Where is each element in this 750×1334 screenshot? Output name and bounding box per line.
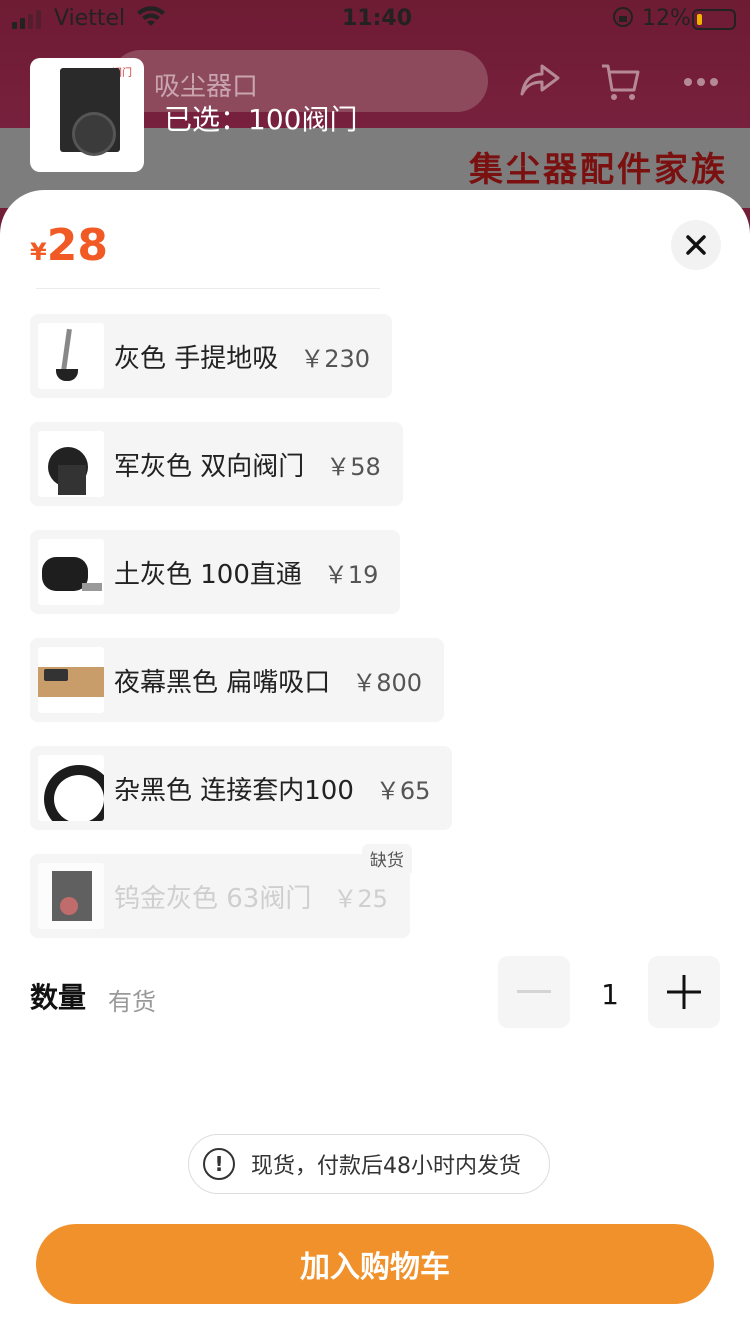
variant-image xyxy=(38,323,104,389)
close-button[interactable] xyxy=(671,220,721,270)
variant-option[interactable]: 军灰色 双向阀门 ￥58 xyxy=(30,422,403,506)
clock: 11:40 xyxy=(342,6,413,31)
rotation-lock-icon xyxy=(612,6,634,34)
quantity-value: 1 xyxy=(601,978,619,1011)
variant-price: ￥19 xyxy=(323,560,379,589)
store-banner: 集尘器配件家族 xyxy=(469,150,728,190)
share-icon[interactable] xyxy=(520,62,560,107)
variant-option[interactable]: 土灰色 100直通 ￥19 xyxy=(30,530,401,614)
price-value: 28 xyxy=(46,220,108,271)
variant-name: 钨金灰色 63阀门 xyxy=(114,883,312,914)
more-icon[interactable] xyxy=(682,60,722,109)
variant-name: 夜幕黑色 扁嘴吸口 xyxy=(114,667,331,698)
variant-price: ￥25 xyxy=(333,884,388,913)
variant-image xyxy=(38,755,104,821)
blast-gate-image xyxy=(60,68,120,156)
battery-percent: 12% xyxy=(642,6,691,31)
minus-icon xyxy=(517,990,551,993)
divider xyxy=(36,288,380,289)
variant-name: 灰色 手提地吸 xyxy=(114,343,279,374)
variant-price: ￥58 xyxy=(326,452,381,481)
selected-variant: 已选：100阀门 xyxy=(164,103,358,136)
signal-icon xyxy=(12,10,41,29)
cart-icon[interactable] xyxy=(600,62,640,111)
variant-price: ￥800 xyxy=(352,668,423,697)
decrease-quantity-button[interactable] xyxy=(498,956,570,1028)
variant-option-out-of-stock[interactable]: 钨金灰色 63阀门 ￥25 缺货 xyxy=(30,844,412,938)
battery-icon xyxy=(692,9,736,30)
quantity-label: 数量 xyxy=(30,981,87,1014)
product-thumbnail[interactable]: 阀门 xyxy=(30,58,144,172)
variant-image xyxy=(38,647,104,713)
variant-name: 军灰色 双向阀门 xyxy=(114,451,305,482)
currency-symbol: ¥ xyxy=(30,238,47,266)
sku-sheet: ¥28 灰色 手提地吸 ￥230 军灰色 双向阀门 ￥58 土灰色 100直通 … xyxy=(0,190,750,1334)
increase-quantity-button[interactable] xyxy=(648,956,720,1028)
stock-status: 有货 xyxy=(108,988,156,1016)
variant-image xyxy=(38,431,104,497)
variant-image xyxy=(38,863,104,929)
out-of-stock-badge: 缺货 xyxy=(361,844,412,873)
wifi-icon xyxy=(136,6,166,36)
variant-option[interactable]: 杂黑色 连接套内100 ￥65 xyxy=(30,746,453,830)
shipping-notice: ! 现货，付款后48小时内发货 xyxy=(188,1134,550,1194)
variant-name: 杂黑色 连接套内100 xyxy=(114,775,354,806)
plus-icon xyxy=(667,975,701,1009)
carrier-name: Viettel xyxy=(54,6,126,31)
status-bar: Viettel 11:40 12% xyxy=(0,0,750,40)
variant-price: ￥65 xyxy=(375,776,431,805)
variant-option[interactable]: 灰色 手提地吸 ￥230 xyxy=(30,314,393,398)
close-icon xyxy=(686,235,706,255)
add-to-cart-button[interactable]: 加入购物车 xyxy=(36,1224,714,1304)
variant-name: 土灰色 100直通 xyxy=(114,559,302,590)
variant-image xyxy=(38,539,104,605)
variant-options: 灰色 手提地吸 ￥230 军灰色 双向阀门 ￥58 土灰色 100直通 ￥19 … xyxy=(30,314,730,962)
notice-text: 现货，付款后48小时内发货 xyxy=(251,1154,521,1179)
variant-price: ￥230 xyxy=(300,344,371,373)
variant-option[interactable]: 夜幕黑色 扁嘴吸口 ￥800 xyxy=(30,638,445,722)
info-icon: ! xyxy=(203,1148,235,1180)
price: ¥28 xyxy=(30,220,108,271)
